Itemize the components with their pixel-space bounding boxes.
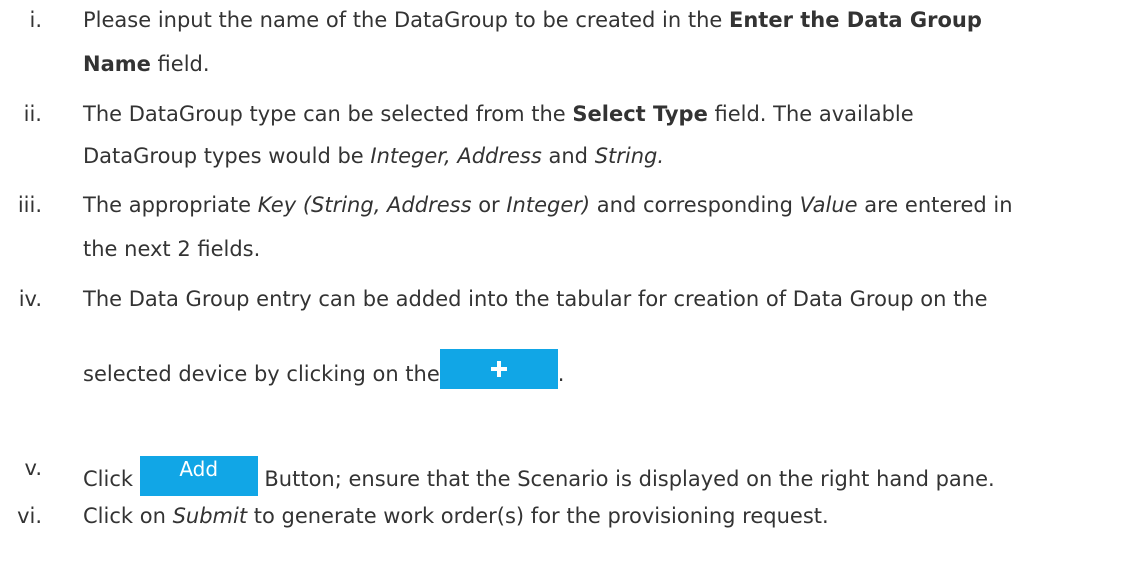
step-marker: v. <box>24 456 42 480</box>
key-types: Key (String, Address <box>257 193 472 217</box>
text: field. <box>150 52 210 76</box>
step-text-line: Name field. <box>83 52 210 76</box>
step-marker: iii. <box>17 193 42 217</box>
text: The DataGroup type can be selected from … <box>83 102 573 126</box>
step-marker: ii. <box>23 102 42 126</box>
add-button[interactable]: Add <box>139 456 258 496</box>
text: and corresponding <box>590 193 800 217</box>
text: The appropriate <box>83 193 258 217</box>
field-name: Select Type <box>572 102 708 126</box>
submit-term: Submit <box>172 504 248 528</box>
text: Click on <box>83 504 173 528</box>
step-text-line: Click Add Button; ensure that the Scenar… <box>83 456 995 496</box>
step-text-line: Please input the name of the DataGroup t… <box>83 8 982 32</box>
type-name: String. <box>594 144 665 168</box>
step-text-line: DataGroup types would be Integer, Addres… <box>83 144 664 168</box>
text: The Data Group entry can be added into t… <box>83 287 988 311</box>
step-text-line: selected device by clicking on the. <box>83 349 565 389</box>
text: are entered in <box>857 193 1013 217</box>
text: Please input the name of the DataGroup t… <box>83 8 729 32</box>
step-text-line: Click on Submit to generate work order(s… <box>83 504 829 528</box>
plus-icon[interactable] <box>439 349 558 389</box>
document: i. Please input the name of the DataGrou… <box>0 0 1136 565</box>
field-name: Name <box>83 52 151 76</box>
text: . <box>557 362 565 386</box>
step-marker: i. <box>29 8 42 32</box>
field-name: Enter the Data Group <box>729 8 982 32</box>
step-marker: iv. <box>18 287 42 311</box>
text: or <box>471 193 507 217</box>
step-text-line: The appropriate Key (String, Address or … <box>83 193 1013 217</box>
text: to generate work order(s) for the provis… <box>247 504 829 528</box>
text: selected device by clicking on the <box>83 362 440 386</box>
step-text-line: The DataGroup type can be selected from … <box>83 102 914 126</box>
text: the next 2 fields. <box>83 237 261 261</box>
text: and <box>541 144 595 168</box>
key-type: Integer) <box>506 193 591 217</box>
text: Click <box>83 467 140 491</box>
step-text-line: the next 2 fields. <box>83 237 260 261</box>
step-marker: vi. <box>17 504 42 528</box>
text: DataGroup types would be <box>83 144 371 168</box>
type-names: Integer, Address <box>370 144 542 168</box>
text: Button; ensure that the Scenario is disp… <box>257 467 995 491</box>
step-text-line: The Data Group entry can be added into t… <box>83 287 988 311</box>
text: field. The available <box>707 102 914 126</box>
value-term: Value <box>799 193 858 217</box>
